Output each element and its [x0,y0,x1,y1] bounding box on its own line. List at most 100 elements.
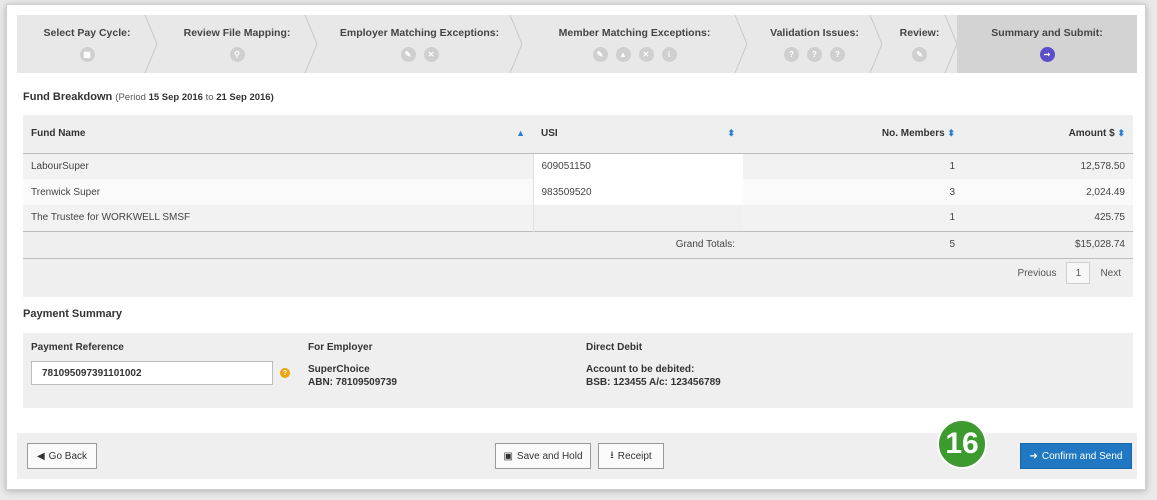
step-label: Employer Matching Exceptions: [339,27,500,39]
wizard-steps: Select Pay Cycle: ▦ Review File Mapping:… [17,15,1137,73]
totals-spacer [23,230,533,259]
fund-table-container: Fund Name ▲ USI ⬍ No. Members ⬍ Amount $… [23,115,1133,297]
confirm-label: Confirm and Send [1041,450,1123,462]
employer-name: SuperChoice [308,364,370,375]
question-icon: ? [784,47,799,62]
step-label: Review File Mapping: [183,27,291,39]
column-usi[interactable]: USI ⬍ [533,115,743,154]
cell-usi [532,205,743,231]
column-members[interactable]: No. Members ⬍ [743,115,963,154]
pencil-icon: ✎ [400,47,416,62]
receipt-button[interactable]: ⭳ Receipt [598,443,664,469]
cell-fund: The Trustee for WORKWELL SMSF [23,205,533,231]
direct-debit-group: Direct Debit Account to be debited: BSB:… [586,342,721,389]
confirm-and-send-button[interactable]: ➜ Confirm and Send [1020,443,1132,469]
arrow-left-icon: ◀ [36,450,45,462]
save-and-hold-button[interactable]: ▣ Save and Hold [495,443,591,469]
fund-breakdown-heading: Fund Breakdown (Period 15 Sep 2016 to 21… [23,91,274,103]
cell-members: 3 [743,179,963,205]
payment-summary-title: Payment Summary [23,308,123,320]
calendar-icon: ▦ [79,47,95,62]
step-separator [869,15,883,73]
step-separator [144,15,158,73]
cell-amount: 12,578.50 [963,153,1133,179]
go-back-button[interactable]: ◀ Go Back [27,443,97,469]
column-label: Amount $ [1068,128,1115,140]
step-separator [944,15,958,73]
step-review[interactable]: Review: ✎ [882,15,958,73]
pager-previous[interactable]: Previous [1018,268,1057,279]
sort-asc-icon[interactable]: ▲ [516,128,525,138]
debit-account: BSB: 123455 A/c: 123456789 [586,377,721,388]
payment-reference-input[interactable] [31,361,273,385]
employer-label: For Employer [308,342,373,353]
payment-reference-label: Payment Reference [31,342,124,353]
pencil-icon: ✎ [592,47,608,62]
payment-summary-box: Payment Reference ? For Employer SuperCh… [23,333,1133,408]
cell-amount: 425.75 [963,205,1133,231]
debit-account-label: Account to be debited: [586,364,695,375]
cell-members: 1 [743,205,963,231]
save-hold-label: Save and Hold [516,450,583,462]
pager-page-1[interactable]: 1 [1066,262,1091,284]
column-label: Fund Name [31,128,86,140]
page-frame: Select Pay Cycle: ▦ Review File Mapping:… [6,4,1146,490]
total-amount: $15,028.74 [963,230,1133,259]
sort-icon[interactable]: ⬍ [1117,128,1125,138]
save-icon: ▣ [503,450,513,462]
step-employer-matching[interactable]: Employer Matching Exceptions: ✎ ✕ [317,15,523,73]
column-amount[interactable]: Amount $ ⬍ [963,115,1133,154]
fund-breakdown-title: Fund Breakdown [23,91,113,103]
question-icon: ? [830,47,845,62]
direct-debit-label: Direct Debit [586,342,643,353]
cell-amount: 2,024.49 [963,179,1133,205]
step-label: Validation Issues: [770,27,859,39]
search-icon: ⚲ [229,47,245,62]
pencil-icon: ✎ [912,47,927,62]
download-icon: ⭳ [610,449,614,461]
step-label: Review: [899,27,940,39]
arrow-right-icon: ➞ [1039,47,1055,62]
step-select-pay-cycle[interactable]: Select Pay Cycle: ▦ [17,15,158,73]
cell-usi: 609051150 [532,153,743,179]
table-row: LabourSuper 609051150 1 12,578.50 [23,153,1133,179]
arrow-right-icon: ➜ [1029,450,1038,462]
sort-icon[interactable]: ⬍ [947,128,955,138]
column-fund-name[interactable]: Fund Name ▲ [23,115,533,154]
period-to: 21 Sep 2016) [216,92,274,103]
step-label: Summary and Submit: [991,27,1103,39]
cell-fund: LabourSuper [23,153,533,179]
period-text: (Period 15 Sep 2016 to 21 Sep 2016) [115,92,273,103]
payment-reference-group: Payment Reference [31,342,124,353]
step-member-matching[interactable]: Member Matching Exceptions: ✎ ▲ ✕ i [522,15,748,73]
employer-group: For Employer SuperChoice ABN: 7810950973… [308,342,397,389]
step-review-file-mapping[interactable]: Review File Mapping: ⚲ [157,15,318,73]
step-validation-issues[interactable]: Validation Issues: ? ? ? [747,15,883,73]
warning-icon: ▲ [615,47,631,62]
column-label: No. Members [881,128,945,140]
column-label: USI [541,128,558,140]
info-icon: i [661,47,677,62]
step-summary-submit[interactable]: Summary and Submit: ➞ [957,15,1137,73]
step-separator [734,15,748,73]
period-prefix: (Period [115,92,146,103]
cell-usi: 983509520 [532,179,743,205]
step-label: Select Pay Cycle: [43,27,131,39]
question-icon: ? [807,47,822,62]
fund-table: Fund Name ▲ USI ⬍ No. Members ⬍ Amount $… [23,115,1133,259]
sort-icon[interactable]: ⬍ [727,128,735,139]
receipt-label: Receipt [617,450,652,462]
go-back-label: Go Back [48,450,88,462]
cell-members: 1 [743,153,963,179]
pager-next[interactable]: Next [1100,268,1121,279]
help-icon[interactable]: ? [280,368,290,378]
step-separator [509,15,523,73]
step-number-badge: 16 [937,419,987,469]
pagination: Previous 1 Next [1018,262,1121,284]
period-from: 15 Sep 2016 [148,92,203,103]
grand-totals-label: Grand Totals: [533,230,743,259]
step-separator [304,15,318,73]
cell-fund: Trenwick Super [23,179,533,205]
totals-row: Grand Totals: 5 $15,028.74 [23,230,1133,259]
employer-abn: ABN: 78109509739 [308,377,397,388]
